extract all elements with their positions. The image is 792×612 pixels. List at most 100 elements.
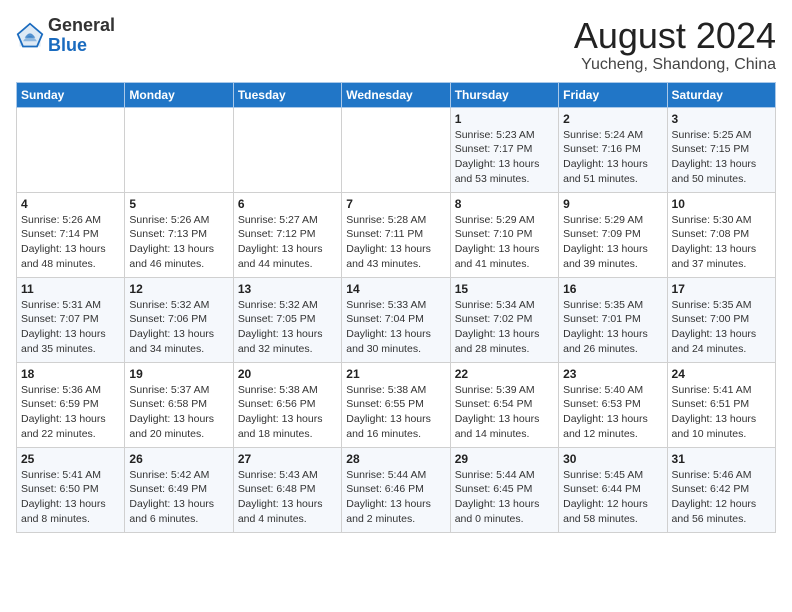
calendar-cell: 10 Sunrise: 5:30 AM Sunset: 7:08 PM Dayli…: [667, 192, 775, 277]
day-info: Sunrise: 5:31 AM Sunset: 7:07 PM Dayligh…: [21, 298, 120, 357]
calendar-cell: 30Sunrise: 5:45 AM Sunset: 6:44 PM Dayli…: [559, 447, 667, 532]
calendar-cell: 29 Sunrise: 5:44 AM Sunset: 6:45 PM Dayli…: [450, 447, 558, 532]
calendar-cell: 17Sunrise: 5:35 AM Sunset: 7:00 PM Dayli…: [667, 277, 775, 362]
day-info: Sunrise: 5:32 AM Sunset: 7:05 PM Dayligh…: [238, 298, 337, 357]
calendar-cell: 24Sunrise: 5:41 AM Sunset: 6:51 PM Dayli…: [667, 362, 775, 447]
day-number: 29: [455, 452, 554, 466]
calendar-cell: 27Sunrise: 5:43 AM Sunset: 6:48 PM Dayli…: [233, 447, 341, 532]
calendar-cell: 25 Sunrise: 5:41 AM Sunset: 6:50 PM Dayli…: [17, 447, 125, 532]
day-number: 17: [672, 282, 771, 296]
calendar-week-row: 11 Sunrise: 5:31 AM Sunset: 7:07 PM Dayli…: [17, 277, 776, 362]
day-number: 6: [238, 197, 337, 211]
calendar-cell: 21Sunrise: 5:38 AM Sunset: 6:55 PM Dayli…: [342, 362, 450, 447]
day-info: Sunrise: 5:25 AM Sunset: 7:15 PM Dayligh…: [672, 128, 771, 187]
calendar-cell: 4 Sunrise: 5:26 AM Sunset: 7:14 PM Daylig…: [17, 192, 125, 277]
day-info: Sunrise: 5:26 AM Sunset: 7:13 PM Dayligh…: [129, 213, 228, 272]
page-header: General Blue August 2024 Yucheng, Shando…: [16, 16, 776, 74]
calendar-cell: 5 Sunrise: 5:26 AM Sunset: 7:13 PM Daylig…: [125, 192, 233, 277]
day-number: 24: [672, 367, 771, 381]
day-info: Sunrise: 5:35 AM Sunset: 7:01 PM Dayligh…: [563, 298, 662, 357]
day-info: Sunrise: 5:41 AM Sunset: 6:50 PM Dayligh…: [21, 468, 120, 527]
calendar-cell: 19 Sunrise: 5:37 AM Sunset: 6:58 PM Dayli…: [125, 362, 233, 447]
weekday-header-row: SundayMondayTuesdayWednesdayThursdayFrid…: [17, 82, 776, 107]
day-number: 1: [455, 112, 554, 126]
weekday-header-saturday: Saturday: [667, 82, 775, 107]
day-number: 8: [455, 197, 554, 211]
day-number: 13: [238, 282, 337, 296]
day-number: 4: [21, 197, 120, 211]
day-info: Sunrise: 5:26 AM Sunset: 7:14 PM Dayligh…: [21, 213, 120, 272]
day-info: Sunrise: 5:29 AM Sunset: 7:10 PM Dayligh…: [455, 213, 554, 272]
day-info: Sunrise: 5:34 AM Sunset: 7:02 PM Dayligh…: [455, 298, 554, 357]
location-subtitle: Yucheng, Shandong, China: [574, 56, 776, 74]
day-info: Sunrise: 5:23 AM Sunset: 7:17 PM Dayligh…: [455, 128, 554, 187]
calendar-cell: 15 Sunrise: 5:34 AM Sunset: 7:02 PM Dayli…: [450, 277, 558, 362]
weekday-header-wednesday: Wednesday: [342, 82, 450, 107]
calendar-cell: 9Sunrise: 5:29 AM Sunset: 7:09 PM Daylig…: [559, 192, 667, 277]
calendar-cell: 6 Sunrise: 5:27 AM Sunset: 7:12 PM Daylig…: [233, 192, 341, 277]
day-info: Sunrise: 5:38 AM Sunset: 6:55 PM Dayligh…: [346, 383, 445, 442]
day-info: Sunrise: 5:44 AM Sunset: 6:45 PM Dayligh…: [455, 468, 554, 527]
day-number: 28: [346, 452, 445, 466]
day-number: 26: [129, 452, 228, 466]
calendar-cell: 3 Sunrise: 5:25 AM Sunset: 7:15 PM Daylig…: [667, 107, 775, 192]
calendar-week-row: 4 Sunrise: 5:26 AM Sunset: 7:14 PM Daylig…: [17, 192, 776, 277]
day-number: 31: [672, 452, 771, 466]
day-number: 2: [563, 112, 662, 126]
weekday-header-sunday: Sunday: [17, 82, 125, 107]
calendar-cell: 14 Sunrise: 5:33 AM Sunset: 7:04 PM Dayli…: [342, 277, 450, 362]
calendar-week-row: 1 Sunrise: 5:23 AM Sunset: 7:17 PM Daylig…: [17, 107, 776, 192]
day-number: 30: [563, 452, 662, 466]
day-number: 11: [21, 282, 120, 296]
logo-general-text: General: [48, 16, 115, 36]
day-info: Sunrise: 5:37 AM Sunset: 6:58 PM Dayligh…: [129, 383, 228, 442]
calendar-cell: 7 Sunrise: 5:28 AM Sunset: 7:11 PM Daylig…: [342, 192, 450, 277]
logo-icon: [16, 22, 44, 50]
calendar-cell: [17, 107, 125, 192]
calendar-cell: 26Sunrise: 5:42 AM Sunset: 6:49 PM Dayli…: [125, 447, 233, 532]
calendar-table: SundayMondayTuesdayWednesdayThursdayFrid…: [16, 82, 776, 533]
weekday-header-friday: Friday: [559, 82, 667, 107]
day-info: Sunrise: 5:33 AM Sunset: 7:04 PM Dayligh…: [346, 298, 445, 357]
calendar-cell: 13 Sunrise: 5:32 AM Sunset: 7:05 PM Dayli…: [233, 277, 341, 362]
calendar-cell: 23 Sunrise: 5:40 AM Sunset: 6:53 PM Dayli…: [559, 362, 667, 447]
day-number: 22: [455, 367, 554, 381]
day-number: 23: [563, 367, 662, 381]
calendar-cell: 22Sunrise: 5:39 AM Sunset: 6:54 PM Dayli…: [450, 362, 558, 447]
calendar-cell: 20Sunrise: 5:38 AM Sunset: 6:56 PM Dayli…: [233, 362, 341, 447]
logo: General Blue: [16, 16, 115, 56]
day-info: Sunrise: 5:24 AM Sunset: 7:16 PM Dayligh…: [563, 128, 662, 187]
day-number: 3: [672, 112, 771, 126]
calendar-cell: 2 Sunrise: 5:24 AM Sunset: 7:16 PM Daylig…: [559, 107, 667, 192]
day-number: 16: [563, 282, 662, 296]
month-year-title: August 2024: [574, 16, 776, 56]
day-number: 7: [346, 197, 445, 211]
day-number: 25: [21, 452, 120, 466]
title-block: August 2024 Yucheng, Shandong, China: [574, 16, 776, 74]
calendar-cell: [125, 107, 233, 192]
calendar-cell: 18Sunrise: 5:36 AM Sunset: 6:59 PM Dayli…: [17, 362, 125, 447]
calendar-cell: [342, 107, 450, 192]
day-number: 20: [238, 367, 337, 381]
weekday-header-tuesday: Tuesday: [233, 82, 341, 107]
day-number: 12: [129, 282, 228, 296]
calendar-cell: 8 Sunrise: 5:29 AM Sunset: 7:10 PM Daylig…: [450, 192, 558, 277]
day-number: 10: [672, 197, 771, 211]
calendar-cell: 12Sunrise: 5:32 AM Sunset: 7:06 PM Dayli…: [125, 277, 233, 362]
day-number: 9: [563, 197, 662, 211]
day-info: Sunrise: 5:46 AM Sunset: 6:42 PM Dayligh…: [672, 468, 771, 527]
day-info: Sunrise: 5:30 AM Sunset: 7:08 PM Dayligh…: [672, 213, 771, 272]
weekday-header-thursday: Thursday: [450, 82, 558, 107]
day-number: 14: [346, 282, 445, 296]
day-info: Sunrise: 5:40 AM Sunset: 6:53 PM Dayligh…: [563, 383, 662, 442]
day-number: 19: [129, 367, 228, 381]
day-number: 5: [129, 197, 228, 211]
calendar-cell: 28Sunrise: 5:44 AM Sunset: 6:46 PM Dayli…: [342, 447, 450, 532]
day-info: Sunrise: 5:36 AM Sunset: 6:59 PM Dayligh…: [21, 383, 120, 442]
calendar-week-row: 18Sunrise: 5:36 AM Sunset: 6:59 PM Dayli…: [17, 362, 776, 447]
day-number: 15: [455, 282, 554, 296]
calendar-cell: [233, 107, 341, 192]
calendar-cell: 31 Sunrise: 5:46 AM Sunset: 6:42 PM Dayli…: [667, 447, 775, 532]
day-info: Sunrise: 5:27 AM Sunset: 7:12 PM Dayligh…: [238, 213, 337, 272]
day-info: Sunrise: 5:28 AM Sunset: 7:11 PM Dayligh…: [346, 213, 445, 272]
